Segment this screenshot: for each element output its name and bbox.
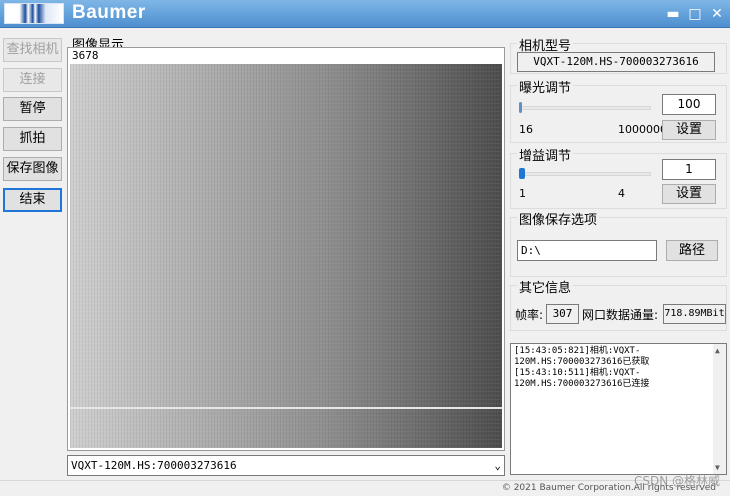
minimize-icon[interactable]: ▬ xyxy=(664,5,682,23)
camera-model-value: VQXT-120M.HS-700003273616 xyxy=(517,52,715,72)
image-save-title: 图像保存选项 xyxy=(517,209,600,228)
image-scan-line xyxy=(70,407,502,409)
exposure-set-button[interactable]: 设置 xyxy=(662,120,716,140)
log-scrollbar[interactable]: ▲ ▼ xyxy=(713,344,726,474)
save-path-input[interactable]: D:\ xyxy=(517,240,657,261)
exposure-min: 16 xyxy=(519,123,533,136)
save-image-button[interactable]: 保存图像 xyxy=(3,157,62,181)
frame-rate-value: 307 xyxy=(546,304,579,324)
exposure-slider-thumb[interactable] xyxy=(519,102,522,113)
capture-button[interactable]: 抓拍 xyxy=(3,127,62,151)
chevron-down-icon[interactable]: ⌄ xyxy=(494,456,501,475)
title-bar: Baumer ▬ □ ✕ xyxy=(0,0,730,28)
camera-select-value: VQXT-120M.HS:700003273616 xyxy=(71,459,237,472)
log-box[interactable]: [15:43:05:821]相机:VQXT- 120M.HS:700003273… xyxy=(510,343,727,475)
find-camera-button[interactable]: 查找相机 xyxy=(3,38,62,62)
gain-input[interactable]: 1 xyxy=(662,159,716,180)
other-info-title: 其它信息 xyxy=(517,277,574,296)
status-bar: © 2021 Baumer Corporation.All rights res… xyxy=(0,480,730,496)
close-icon[interactable]: ✕ xyxy=(708,5,726,23)
camera-model-group: 相机型号 VQXT-120M.HS-700003273616 xyxy=(510,35,727,74)
gain-group: 增益调节 1 1 4 设置 xyxy=(510,145,727,209)
image-save-group: 图像保存选项 D:\ 路径 xyxy=(510,209,727,277)
frame-count: 3678 xyxy=(72,49,99,62)
gain-set-button[interactable]: 设置 xyxy=(662,184,716,204)
maximize-icon[interactable]: □ xyxy=(686,5,704,23)
exposure-group: 曝光调节 100 16 1000000 设置 xyxy=(510,77,727,143)
log-line: [15:43:05:821]相机:VQXT- xyxy=(514,346,641,356)
log-line: 120M.HS:700003273616已获取 xyxy=(514,357,650,367)
gain-slider-thumb[interactable] xyxy=(519,168,525,179)
camera-select[interactable]: VQXT-120M.HS:700003273616 ⌄ xyxy=(67,455,505,476)
gain-slider-track[interactable] xyxy=(519,172,651,176)
log-line: [15:43:10:511]相机:VQXT- xyxy=(514,368,641,378)
exposure-input[interactable]: 100 xyxy=(662,94,716,115)
camera-image xyxy=(70,64,502,448)
baumer-logo xyxy=(4,3,64,24)
throughput-label: 网口数据通量: xyxy=(582,308,659,322)
gain-title: 增益调节 xyxy=(517,145,574,164)
image-display-frame: 3678 xyxy=(67,47,505,451)
gain-min: 1 xyxy=(519,187,526,200)
connect-button[interactable]: 连接 xyxy=(3,68,62,92)
pause-button[interactable]: 暂停 xyxy=(3,97,62,121)
window-title: Baumer xyxy=(72,2,146,23)
watermark-text: CSDN @格林威 xyxy=(633,474,720,488)
exposure-title: 曝光调节 xyxy=(517,77,574,96)
gain-max: 4 xyxy=(618,187,625,200)
frame-rate-label: 帧率: xyxy=(515,308,544,322)
log-line: 120M.HS:700003273616已连接 xyxy=(514,379,650,389)
exposure-max: 1000000 xyxy=(618,123,667,136)
scroll-up-icon[interactable]: ▲ xyxy=(715,345,720,356)
finish-button[interactable]: 结束 xyxy=(3,188,62,212)
other-info-group: 其它信息 帧率: 307 网口数据通量: 718.89MBit xyxy=(510,277,727,331)
throughput-value: 718.89MBit xyxy=(663,304,726,324)
exposure-slider-track[interactable] xyxy=(519,106,651,110)
path-button[interactable]: 路径 xyxy=(666,240,718,261)
